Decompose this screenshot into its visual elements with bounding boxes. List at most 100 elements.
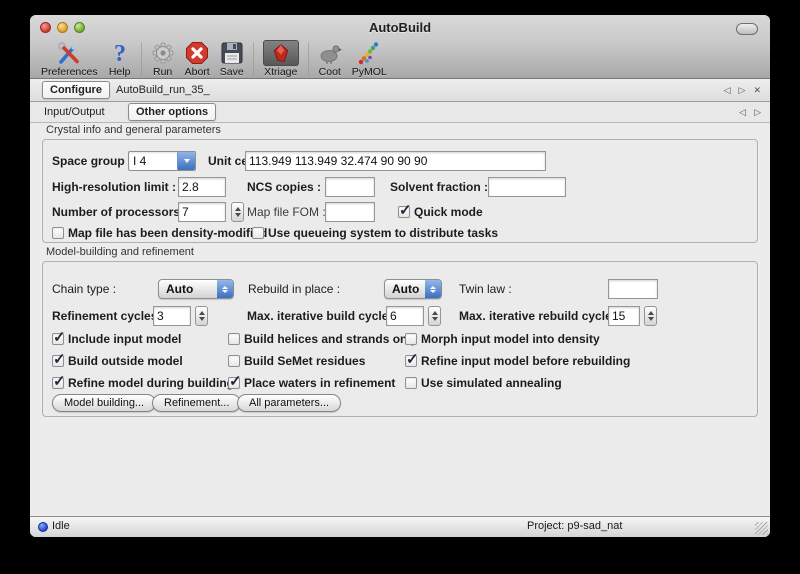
model-building-button[interactable]: Model building... bbox=[52, 394, 156, 412]
toolbar-button-xtriage[interactable]: Xtriage bbox=[258, 40, 304, 78]
tab-configure[interactable]: Configure bbox=[42, 81, 110, 99]
map-file-fom-label: Map file FOM : bbox=[247, 204, 326, 220]
quick-mode-checkbox[interactable] bbox=[398, 206, 410, 218]
chain-type-value: Auto bbox=[159, 280, 217, 298]
window-chrome: AutoBuild Preferences ? bbox=[30, 15, 770, 79]
toolbar-label: Coot bbox=[319, 66, 341, 78]
morph-input-model-label: Morph input model into density bbox=[421, 331, 600, 347]
toolbar-button-abort[interactable]: Abort bbox=[180, 40, 215, 78]
number-of-processors-input[interactable] bbox=[178, 202, 226, 222]
refinement-cycles-stepper[interactable] bbox=[195, 306, 208, 326]
popup-arrows-icon bbox=[425, 280, 441, 298]
toolbar-button-help[interactable]: ? Help bbox=[103, 40, 137, 78]
refine-input-model-label: Refine input model before rebuilding bbox=[421, 353, 630, 369]
place-waters-checkbox[interactable] bbox=[228, 377, 240, 389]
run-tab-bar: Configure AutoBuild_run_35_ bbox=[30, 79, 770, 102]
tab-scroll-left-icon[interactable] bbox=[724, 85, 731, 95]
rebuild-in-place-label: Rebuild in place : bbox=[248, 281, 340, 297]
queueing-checkbox[interactable] bbox=[252, 227, 264, 239]
toolbar-toggle-button[interactable] bbox=[736, 23, 758, 35]
options-tab-bar: Input/Output Other options bbox=[30, 102, 770, 123]
max-rebuild-cycles-stepper[interactable] bbox=[644, 306, 657, 326]
toolbar-separator bbox=[308, 42, 309, 76]
window-titlebar[interactable]: AutoBuild bbox=[30, 15, 770, 40]
crystal-icon-tile bbox=[263, 40, 299, 66]
include-input-model-checkbox[interactable] bbox=[52, 333, 64, 345]
crystal-section-title: Crystal info and general parameters bbox=[46, 124, 221, 136]
refine-input-model-checkbox[interactable] bbox=[405, 355, 417, 367]
build-semet-residues-checkbox[interactable] bbox=[228, 355, 240, 367]
toolbar-separator bbox=[253, 42, 254, 76]
molecule-dots-icon bbox=[357, 40, 381, 66]
stop-x-icon bbox=[185, 40, 209, 66]
twin-law-input[interactable] bbox=[608, 279, 658, 299]
max-build-cycles-input[interactable] bbox=[386, 306, 424, 326]
tab-other-options[interactable]: Other options bbox=[128, 103, 216, 121]
project-label: Project: p9-sad_nat bbox=[527, 520, 622, 532]
queueing-label: Use queueing system to distribute tasks bbox=[268, 225, 498, 241]
toolbar-button-pymol[interactable]: PyMOL bbox=[347, 40, 392, 78]
high-resolution-limit-input[interactable] bbox=[178, 177, 226, 197]
toolbar-label: Preferences bbox=[41, 66, 98, 78]
toolbar-label: Abort bbox=[185, 66, 210, 78]
solvent-fraction-input[interactable] bbox=[488, 177, 566, 197]
map-file-fom-input[interactable] bbox=[325, 202, 375, 222]
stepper-down-icon bbox=[432, 317, 438, 321]
place-waters-label: Place waters in refinement bbox=[244, 375, 395, 391]
density-modified-checkbox[interactable] bbox=[52, 227, 64, 239]
refinement-button[interactable]: Refinement... bbox=[152, 394, 241, 412]
stepper-up-icon bbox=[235, 207, 241, 211]
max-rebuild-cycles-input[interactable] bbox=[608, 306, 640, 326]
toolbar-label: Xtriage bbox=[264, 66, 297, 78]
morph-input-model-checkbox[interactable] bbox=[405, 333, 417, 345]
space-group-combo[interactable]: I 4 bbox=[128, 151, 196, 171]
stepper-down-icon bbox=[648, 317, 654, 321]
toolbar-button-coot[interactable]: Coot bbox=[313, 40, 347, 78]
space-group-value: I 4 bbox=[129, 152, 177, 170]
refinement-cycles-input[interactable] bbox=[153, 306, 191, 326]
gear-icon bbox=[151, 40, 175, 66]
status-led-icon bbox=[38, 522, 48, 532]
build-outside-model-checkbox[interactable] bbox=[52, 355, 64, 367]
tab-close-icon[interactable] bbox=[753, 85, 761, 95]
svg-text:?: ? bbox=[114, 41, 126, 65]
quick-mode-label: Quick mode bbox=[414, 204, 483, 220]
tab-scroll-right-icon[interactable] bbox=[739, 85, 746, 95]
chevron-down-icon[interactable] bbox=[177, 152, 195, 170]
toolbar-label: Help bbox=[109, 66, 131, 78]
tab-autobuild-run-35[interactable]: AutoBuild_run_35_ bbox=[116, 84, 210, 96]
window-title: AutoBuild bbox=[30, 15, 770, 40]
resize-grip[interactable] bbox=[755, 522, 768, 535]
refine-during-building-label: Refine model during building bbox=[68, 375, 234, 391]
tab-input-output[interactable]: Input/Output bbox=[44, 106, 105, 118]
max-rebuild-cycles-label: Max. iterative rebuild cycles : bbox=[459, 308, 626, 324]
build-semet-residues-label: Build SeMet residues bbox=[244, 353, 365, 369]
number-of-processors-stepper[interactable] bbox=[231, 202, 244, 222]
tab-nav-controls bbox=[739, 107, 761, 117]
toolbar-button-run[interactable]: Run bbox=[146, 40, 180, 78]
tab-label: Input/Output bbox=[44, 106, 105, 118]
simulated-annealing-checkbox[interactable] bbox=[405, 377, 417, 389]
rebuild-in-place-popup[interactable]: Auto bbox=[384, 279, 442, 299]
toolbar-button-save[interactable]: Save bbox=[215, 40, 249, 78]
stepper-up-icon bbox=[432, 311, 438, 315]
number-of-processors-label: Number of processors : bbox=[52, 204, 187, 220]
popup-arrows-icon bbox=[217, 280, 233, 298]
max-build-cycles-label: Max. iterative build cycles : bbox=[247, 308, 402, 324]
max-build-cycles-stepper[interactable] bbox=[428, 306, 441, 326]
chain-type-popup[interactable]: Auto bbox=[158, 279, 234, 299]
tab-scroll-right-icon[interactable] bbox=[754, 107, 761, 117]
unit-cell-input[interactable] bbox=[245, 151, 546, 171]
model-section-title: Model-building and refinement bbox=[46, 246, 194, 258]
build-helices-strands-checkbox[interactable] bbox=[228, 333, 240, 345]
simulated-annealing-label: Use simulated annealing bbox=[421, 375, 562, 391]
build-helices-strands-label: Build helices and strands only bbox=[244, 331, 417, 347]
refine-during-building-checkbox[interactable] bbox=[52, 377, 64, 389]
toolbar-button-preferences[interactable]: Preferences bbox=[36, 40, 103, 78]
status-bar: Idle Project: p9-sad_nat bbox=[30, 516, 770, 537]
toolbar-label: PyMOL bbox=[352, 66, 387, 78]
all-parameters-button[interactable]: All parameters... bbox=[237, 394, 341, 412]
refinement-cycles-label: Refinement cycles : bbox=[52, 308, 165, 324]
ncs-copies-input[interactable] bbox=[325, 177, 375, 197]
tab-scroll-left-icon[interactable] bbox=[739, 107, 746, 117]
